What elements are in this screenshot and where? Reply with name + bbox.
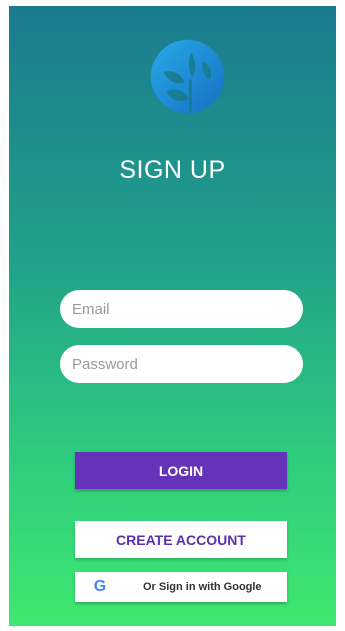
google-signin-button[interactable]: G Or Sign in with Google: [75, 572, 287, 602]
google-signin-label: Or Sign in with Google: [143, 581, 262, 593]
create-account-button[interactable]: CREATE ACCOUNT: [75, 521, 287, 558]
email-field[interactable]: [60, 290, 303, 328]
signup-screen: SIGN UP LOGIN CREATE ACCOUNT G Or Sign i…: [9, 6, 336, 626]
google-g-icon: G: [93, 578, 107, 595]
page-title: SIGN UP: [119, 156, 226, 184]
leaf-logo-icon: [150, 39, 225, 114]
login-button-label: LOGIN: [158, 462, 204, 479]
create-account-button-label: CREATE ACCOUNT: [116, 531, 246, 548]
login-button[interactable]: LOGIN: [75, 452, 287, 489]
password-field[interactable]: [60, 345, 303, 383]
